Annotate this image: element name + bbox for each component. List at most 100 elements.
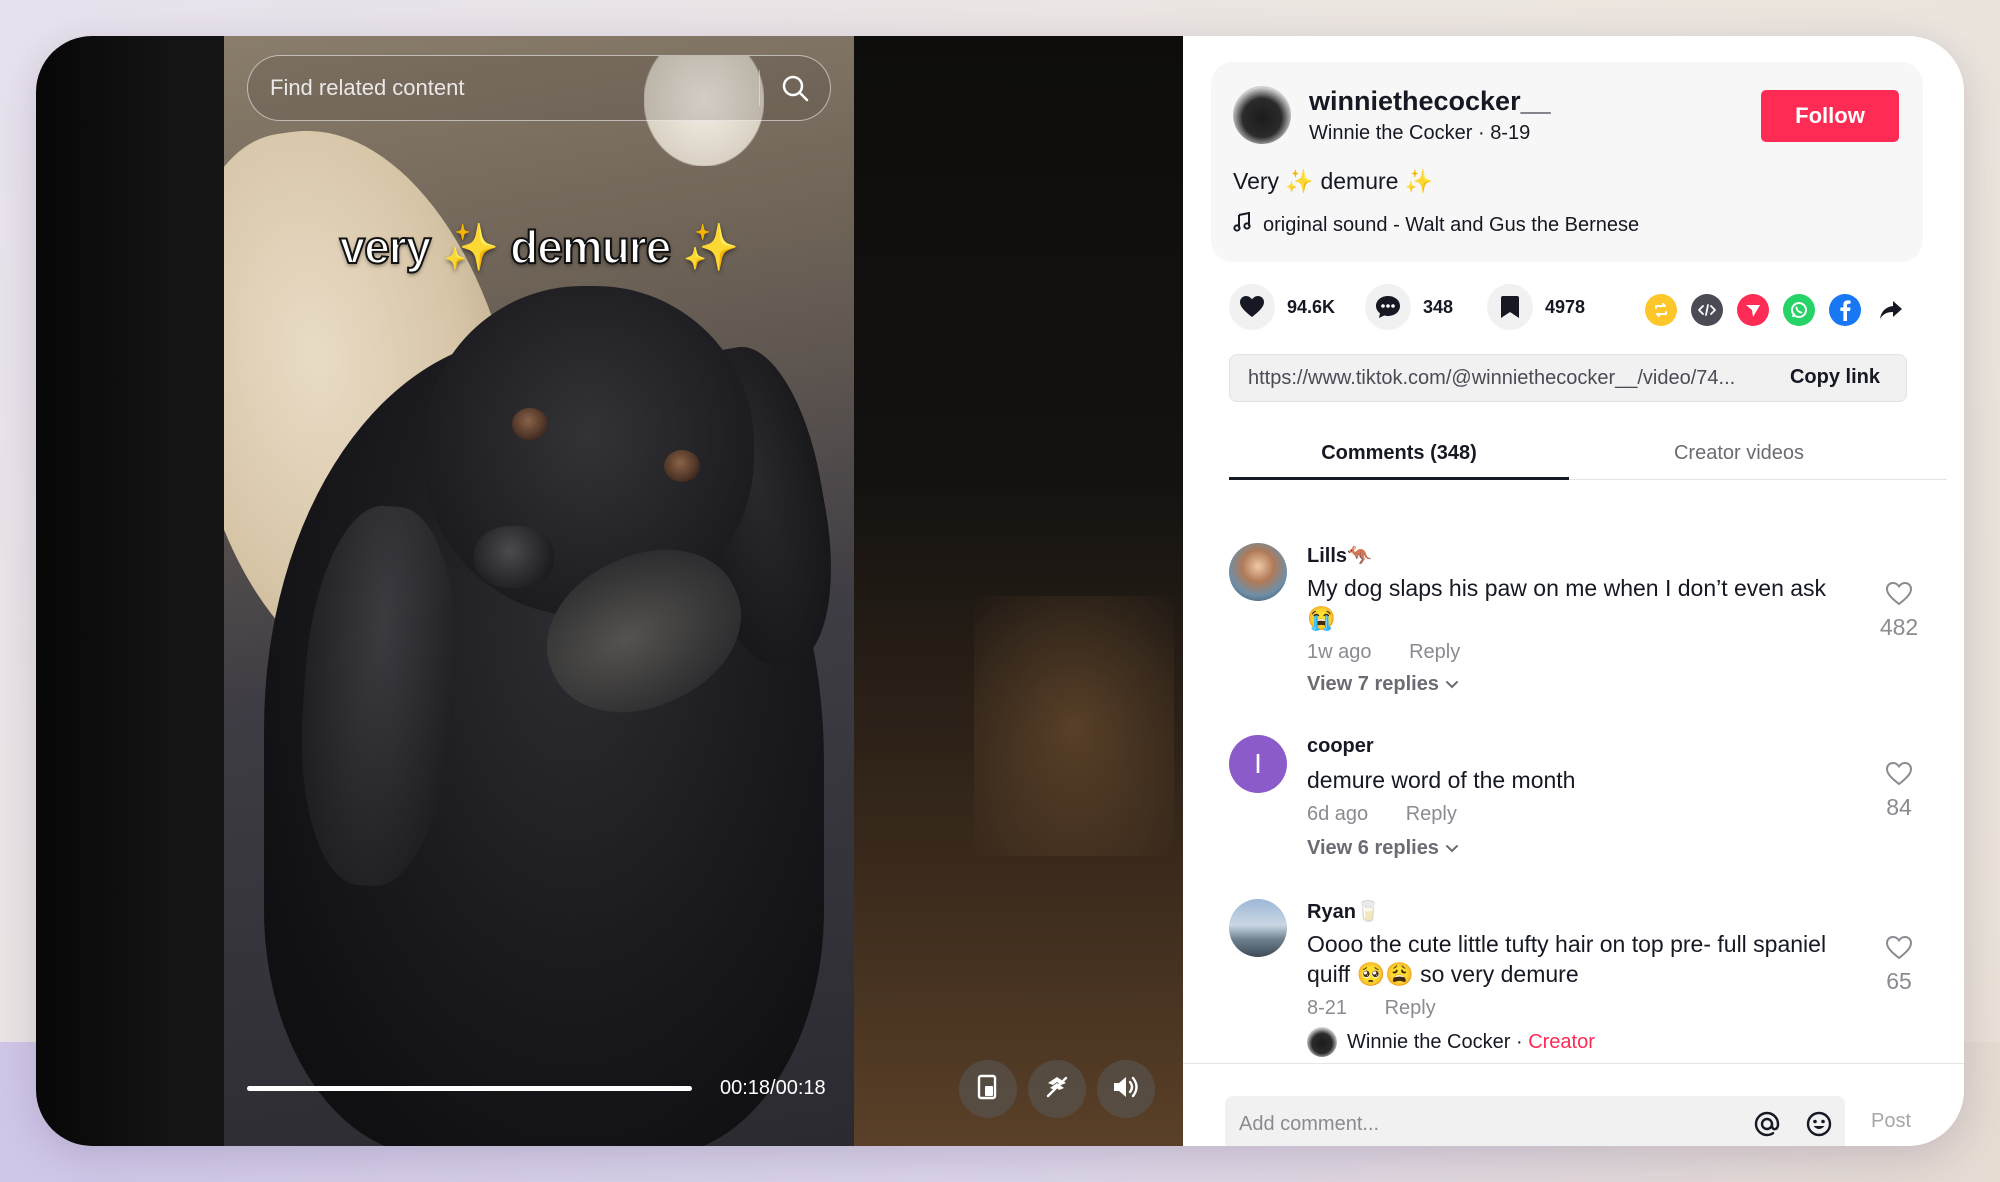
save-action[interactable]: 4978 (1487, 284, 1585, 330)
send-icon[interactable] (1737, 294, 1769, 326)
chevron-down-icon (1445, 837, 1459, 859)
commenter-avatar[interactable]: I (1229, 735, 1287, 793)
active-tab-indicator (1229, 477, 1569, 480)
comment-action[interactable]: 348 (1365, 284, 1453, 330)
video-caption-overlay: very ✨ demure ✨ (224, 220, 854, 275)
commenter-name[interactable]: cooper (1307, 735, 1374, 757)
separator-dot: · (1510, 1030, 1529, 1053)
post-info-card: winniethecocker__ Winnie the Cocker · 8-… (1211, 62, 1923, 262)
whatsapp-icon[interactable] (1783, 294, 1815, 326)
comment-item: Ryan🥛 Oooo the cute little tufty hair on… (1229, 899, 1929, 1063)
comment-body: My dog slaps his paw on me when I don’t … (1307, 575, 1827, 601)
search-icon[interactable] (760, 55, 830, 121)
comment-meta: 8-21 Reply (1307, 997, 1436, 1020)
sparkles-emoji: ✨ (682, 221, 739, 273)
comment-like[interactable]: 482 (1869, 581, 1929, 641)
engagement-actions: 94.6K 348 4978 (1229, 284, 1929, 330)
sparkles-emoji: ✨ (1404, 168, 1434, 194)
comment-meta: 1w ago Reply (1307, 641, 1460, 664)
comment-icon[interactable] (1365, 284, 1411, 330)
comment-list[interactable]: Lills🦘 My dog slaps his paw on me when I… (1183, 481, 1964, 1063)
search-bar[interactable]: Find related content (247, 55, 831, 121)
video-url[interactable]: https://www.tiktok.com/@winniethecocker_… (1248, 367, 1768, 390)
tab-creator-videos[interactable]: Creator videos (1569, 442, 1909, 465)
comment-input[interactable]: Add comment... (1225, 1096, 1845, 1146)
tab-comments[interactable]: Comments (348) (1229, 442, 1569, 465)
creator-nickname[interactable]: Winnie the Cocker (1309, 122, 1472, 144)
post-button[interactable]: Post (1871, 1110, 1911, 1133)
bookmark-icon[interactable] (1487, 284, 1533, 330)
caption-word: demure (509, 220, 672, 274)
video-player[interactable]: very ✨ demure ✨ (224, 36, 854, 1146)
tab-bar: Comments (348) Creator videos (1229, 432, 1947, 480)
reply-button[interactable]: Reply (1409, 641, 1460, 663)
comment-emoji: 😭 (1307, 605, 1336, 631)
description-word: Very (1233, 168, 1280, 194)
repost-icon[interactable] (1645, 294, 1677, 326)
view-replies-label: View 6 replies (1307, 837, 1439, 859)
autoscroll-button[interactable] (1028, 1060, 1086, 1118)
comment-text: Oooo the cute little tufty hair on top p… (1307, 931, 1827, 987)
commenter-username[interactable]: Lills🦘 (1307, 543, 1372, 568)
reply-button[interactable]: Reply (1406, 803, 1457, 825)
chevron-down-icon (1445, 673, 1459, 695)
mention-icon[interactable] (1741, 1096, 1793, 1146)
comment-text: demure word of the month (1307, 767, 1576, 793)
commenter-emoji: 🥛 (1355, 901, 1381, 923)
volume-button[interactable] (1097, 1060, 1155, 1118)
comment-input-placeholder[interactable]: Add comment... (1225, 1113, 1741, 1136)
tiktok-video-modal: very ✨ demure ✨ Find related content 00:… (36, 36, 1964, 1146)
comment-like-count: 482 (1879, 614, 1919, 640)
like-action[interactable]: 94.6K (1229, 284, 1335, 330)
view-replies-label: View 7 replies (1307, 673, 1439, 695)
commenter-username[interactable]: Ryan🥛 (1307, 899, 1381, 924)
post-description: Very ✨ demure ✨ (1233, 168, 1433, 195)
creator-reply-preview[interactable]: Winnie the Cocker · Creator (1307, 1027, 1595, 1057)
comment-meta: 6d ago Reply (1307, 803, 1457, 826)
floating-player-button[interactable] (959, 1060, 1017, 1118)
creator-nickname-row: Winnie the Cocker · 8-19 (1309, 122, 1530, 145)
embed-icon[interactable] (1691, 294, 1723, 326)
music-note-icon (1233, 211, 1251, 238)
post-date: 8-19 (1490, 122, 1531, 144)
commenter-avatar[interactable] (1229, 899, 1287, 957)
video-progress-bar[interactable] (247, 1086, 692, 1091)
creator-badge: Creator (1528, 1030, 1595, 1053)
creator-username[interactable]: winniethecocker__ (1309, 86, 1551, 117)
comment-item: Lills🦘 My dog slaps his paw on me when I… (1229, 543, 1929, 713)
video-blurred-background (854, 36, 1183, 1146)
commenter-name[interactable]: Ryan (1307, 901, 1356, 923)
comment-text: My dog slaps his paw on me when I don’t … (1307, 573, 1867, 633)
comment-like[interactable]: 65 (1869, 935, 1929, 995)
view-replies-button[interactable]: View 7 replies (1307, 673, 1459, 696)
separator-dot: · (1477, 122, 1491, 144)
reply-button[interactable]: Reply (1385, 997, 1436, 1019)
video-time: 00:18/00:18 (720, 1077, 826, 1099)
video-link-box: https://www.tiktok.com/@winniethecocker_… (1229, 354, 1907, 402)
share-arrow-icon[interactable] (1875, 294, 1907, 326)
creator-avatar[interactable] (1233, 86, 1291, 144)
view-replies-button[interactable]: View 6 replies (1307, 837, 1459, 860)
heart-outline-icon[interactable] (1885, 581, 1913, 611)
music-link[interactable]: original sound - Walt and Gus the Bernes… (1233, 211, 1639, 238)
commenter-name[interactable]: Lills (1307, 545, 1347, 567)
video-scene-dog-eye (512, 408, 548, 440)
video-panel[interactable]: very ✨ demure ✨ Find related content 00:… (36, 36, 1183, 1146)
copy-link-button[interactable]: Copy link (1790, 366, 1880, 389)
follow-button[interactable]: Follow (1761, 90, 1899, 142)
comment-like[interactable]: 84 (1869, 761, 1929, 821)
heart-icon[interactable] (1229, 284, 1275, 330)
commenter-username[interactable]: cooper (1307, 735, 1374, 758)
comment-count: 348 (1423, 296, 1454, 317)
emoji-icon[interactable] (1793, 1096, 1845, 1146)
facebook-icon[interactable] (1829, 294, 1861, 326)
search-input[interactable]: Find related content (248, 75, 759, 101)
heart-outline-icon[interactable] (1885, 935, 1913, 965)
commenter-avatar[interactable] (1229, 543, 1287, 601)
heart-outline-icon[interactable] (1885, 761, 1913, 791)
comment-like-count: 65 (1886, 968, 1912, 994)
comment-time: 8-21 (1307, 997, 1348, 1019)
floating-player-icon (975, 1073, 1001, 1106)
video-scene-dog-eye (664, 450, 700, 482)
music-title[interactable]: original sound - Walt and Gus the Bernes… (1263, 214, 1639, 237)
